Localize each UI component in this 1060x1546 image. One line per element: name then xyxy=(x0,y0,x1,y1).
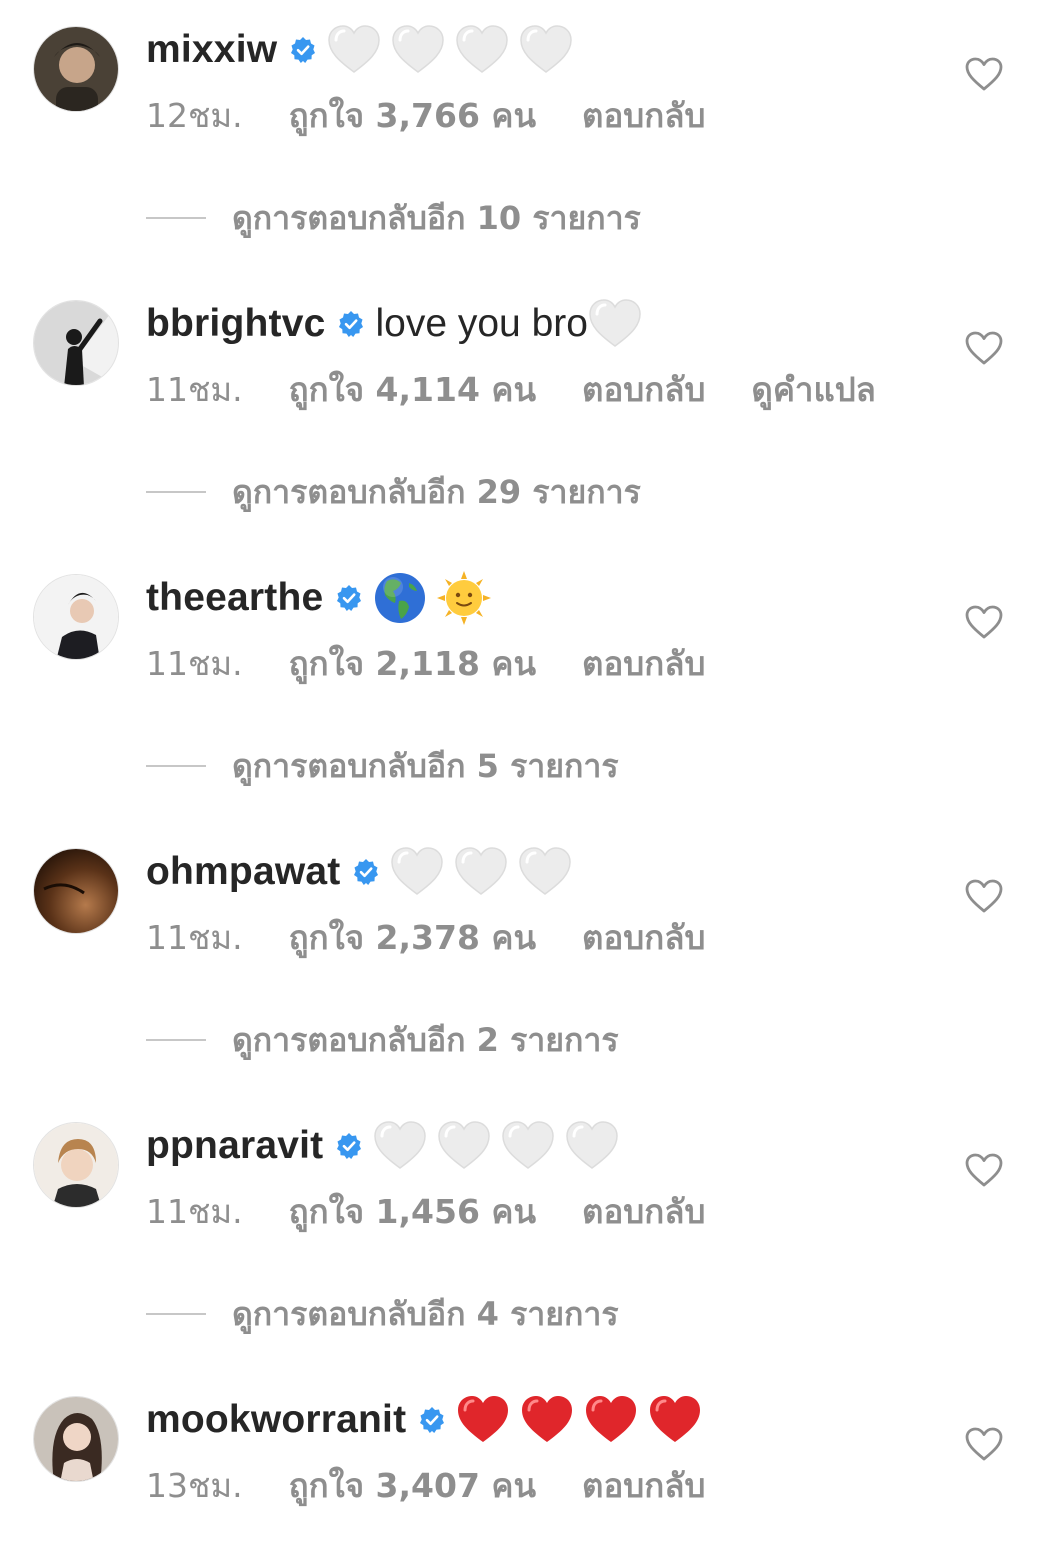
avatar[interactable] xyxy=(33,1396,119,1482)
username[interactable]: mookworranit xyxy=(146,1398,406,1442)
white-heart-icon xyxy=(566,1121,619,1169)
comment-time: 11ชม. xyxy=(146,917,243,957)
avatar[interactable] xyxy=(33,26,119,112)
comment-time: 11ชม. xyxy=(146,643,243,683)
white-heart-icon xyxy=(374,1121,427,1169)
view-replies-button[interactable]: ดูการตอบกลับอีก 5 รายการ xyxy=(146,741,619,791)
red-heart-icon xyxy=(458,1396,509,1442)
divider xyxy=(146,1039,206,1041)
see-translation-button[interactable]: ดูคำแปล xyxy=(751,363,875,416)
view-replies-label: ดูการตอบกลับอีก 5 รายการ xyxy=(232,746,619,785)
comment-item-theearthe: theearthe 11ชม. ถูกใจ 2,118 คน ตอบกลับ xyxy=(0,548,1060,688)
view-replies-button[interactable]: ดูการตอบกลับอีก 2 รายการ xyxy=(146,1015,619,1065)
view-replies-button[interactable]: ดูการตอบกลับอีก 29 รายการ xyxy=(146,467,641,517)
username[interactable]: ppnaravit xyxy=(146,1124,323,1168)
comment-item-mookworranit: mookworranit 13ชม. ถูกใจ 3,407 คน ตอบกลั… xyxy=(0,1370,1060,1510)
likes-count-link[interactable]: ถูกใจ 1,456 คน xyxy=(289,1185,536,1238)
likes-count-link[interactable]: ถูกใจ 2,378 คน xyxy=(289,911,536,964)
username[interactable]: theearthe xyxy=(146,576,323,620)
white-heart-icon xyxy=(391,847,444,895)
verified-badge-icon xyxy=(337,1133,362,1159)
avatar[interactable] xyxy=(33,574,119,660)
white-heart-icon xyxy=(589,299,641,347)
reply-button[interactable]: ตอบกลับ xyxy=(582,1459,705,1512)
reply-button[interactable]: ตอบกลับ xyxy=(582,637,705,690)
red-heart-icon xyxy=(586,1396,637,1442)
view-replies-label: ดูการตอบกลับอีก 29 รายการ xyxy=(232,472,641,511)
comment-emojis xyxy=(327,23,573,77)
comment-emojis xyxy=(390,845,572,899)
like-heart-icon[interactable] xyxy=(964,878,1004,914)
divider xyxy=(146,491,206,493)
avatar[interactable] xyxy=(33,300,119,386)
like-heart-icon[interactable] xyxy=(964,1426,1004,1462)
like-heart-icon[interactable] xyxy=(964,330,1004,366)
like-heart-icon[interactable] xyxy=(964,56,1004,92)
red-heart-icon xyxy=(650,1396,701,1442)
likes-count-link[interactable]: ถูกใจ 4,114 คน xyxy=(289,363,536,416)
comment-emojis xyxy=(373,571,492,625)
comment-time: 11ชม. xyxy=(146,369,243,409)
white-heart-icon xyxy=(438,1121,491,1169)
comment-item-ohmpawat: ohmpawat 11ชม. ถูกใจ 2,378 คน ตอบกลับ xyxy=(0,822,1060,962)
verified-badge-icon xyxy=(291,37,316,63)
verified-badge-icon xyxy=(354,859,379,885)
like-heart-icon[interactable] xyxy=(964,1152,1004,1188)
white-heart-icon xyxy=(392,25,445,73)
comment-time: 11ชม. xyxy=(146,1191,243,1231)
globe-americas-icon xyxy=(375,573,426,623)
comment-text: love you bro xyxy=(375,302,588,345)
white-heart-icon xyxy=(455,847,508,895)
white-heart-icon xyxy=(328,25,381,73)
divider xyxy=(146,1313,206,1315)
white-heart-icon xyxy=(520,25,573,73)
view-replies-label: ดูการตอบกลับอีก 2 รายการ xyxy=(232,1020,619,1059)
like-heart-icon[interactable] xyxy=(964,604,1004,640)
likes-count-link[interactable]: ถูกใจ 3,407 คน xyxy=(289,1459,536,1512)
comment-time: 12ชม. xyxy=(146,95,243,135)
avatar[interactable] xyxy=(33,1122,119,1208)
comment-item-ppnaravit: ppnaravit 11ชม. ถูกใจ 1,456 คน ตอบกลับ xyxy=(0,1096,1060,1236)
divider xyxy=(146,765,206,767)
comment-time: 13ชม. xyxy=(146,1465,243,1505)
comment-emojis xyxy=(588,297,642,351)
view-replies-label: ดูการตอบกลับอีก 4 รายการ xyxy=(232,1294,619,1333)
likes-count-link[interactable]: ถูกใจ 2,118 คน xyxy=(289,637,536,690)
comment-item-bbrightvc: bbrightvc love you bro 11ชม. ถูกใจ 4,114… xyxy=(0,274,1060,414)
sun-with-face-icon xyxy=(437,571,492,625)
reply-button[interactable]: ตอบกลับ xyxy=(582,1185,705,1238)
divider xyxy=(146,217,206,219)
username[interactable]: bbrightvc xyxy=(146,302,325,346)
reply-button[interactable]: ตอบกลับ xyxy=(582,363,705,416)
view-replies-button[interactable]: ดูการตอบกลับอีก 4 รายการ xyxy=(146,1289,619,1339)
likes-count-link[interactable]: ถูกใจ 3,766 คน xyxy=(289,89,536,142)
view-replies-label: ดูการตอบกลับอีก 10 รายการ xyxy=(232,198,641,237)
username[interactable]: ohmpawat xyxy=(146,850,340,894)
reply-button[interactable]: ตอบกลับ xyxy=(582,911,705,964)
verified-badge-icon xyxy=(337,585,362,611)
reply-button[interactable]: ตอบกลับ xyxy=(582,89,705,142)
avatar[interactable] xyxy=(33,848,119,934)
username[interactable]: mixxiw xyxy=(146,28,277,72)
white-heart-icon xyxy=(502,1121,555,1169)
red-heart-icon xyxy=(522,1396,573,1442)
verified-badge-icon xyxy=(420,1407,445,1433)
white-heart-icon xyxy=(519,847,572,895)
white-heart-icon xyxy=(456,25,509,73)
view-replies-button[interactable]: ดูการตอบกลับอีก 10 รายการ xyxy=(146,193,641,243)
comment-item-mixxiw: mixxiw 12ชม. ถูกใจ 3,766 คน ตอบกลับ xyxy=(0,0,1060,140)
verified-badge-icon xyxy=(339,311,364,337)
comment-emojis xyxy=(456,1393,702,1447)
comment-emojis xyxy=(373,1119,619,1173)
